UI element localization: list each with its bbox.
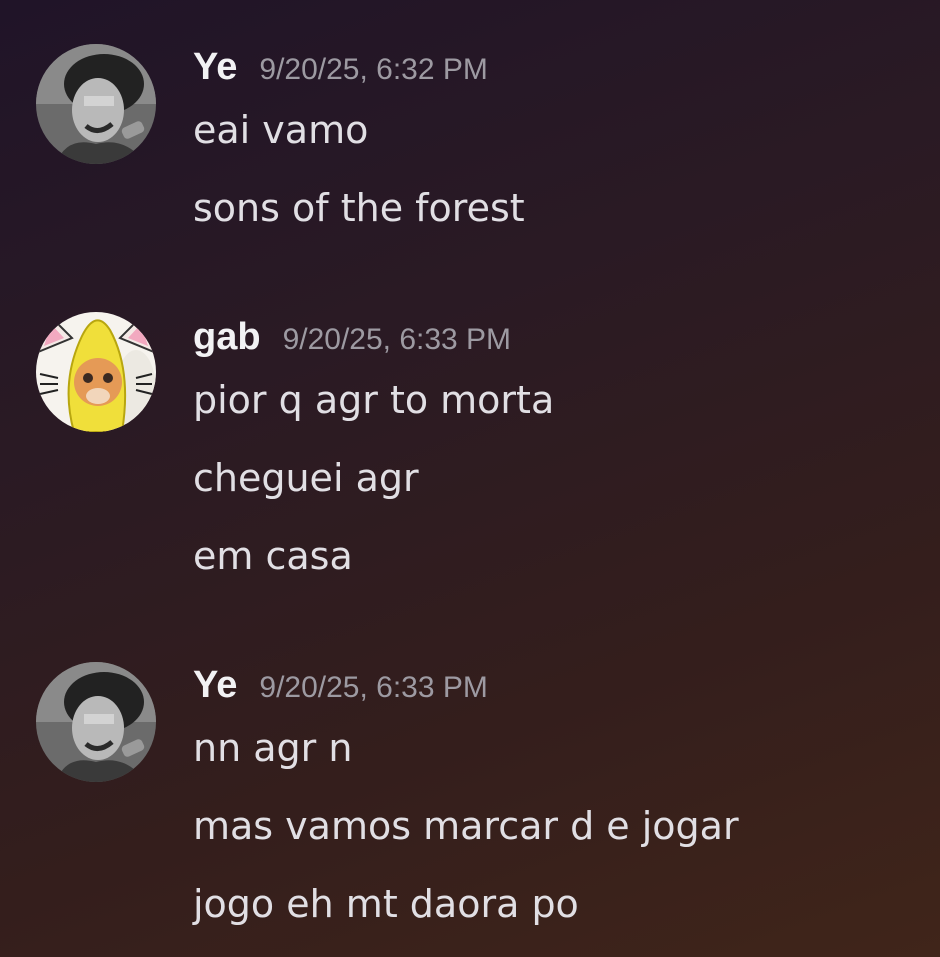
message-text: pior q agr to morta [193, 378, 555, 422]
ye-avatar-photo-icon [36, 44, 156, 164]
message-group: Ye 9/20/25, 6:32 PM eai vamo sons of the … [0, 42, 940, 242]
message-header: Ye 9/20/25, 6:32 PM [193, 46, 488, 96]
message-header: gab 9/20/25, 6:33 PM [193, 316, 511, 366]
message-header: Ye 9/20/25, 6:33 PM [193, 664, 488, 714]
message-text: jogo eh mt daora po [193, 882, 579, 926]
message-text: em casa [193, 534, 353, 578]
message-group: Ye 9/20/25, 6:33 PM nn agr n mas vamos ma… [0, 660, 940, 940]
username[interactable]: Ye [193, 664, 237, 706]
message-text: cheguei agr [193, 456, 419, 500]
user-avatar[interactable] [36, 662, 156, 782]
timestamp[interactable]: 9/20/25, 6:33 PM [259, 671, 488, 704]
username[interactable]: gab [193, 316, 261, 358]
timestamp[interactable]: 9/20/25, 6:33 PM [283, 323, 512, 356]
chat-message-list: Ye 9/20/25, 6:32 PM eai vamo sons of the … [0, 0, 940, 957]
message-text: mas vamos marcar d e jogar [193, 804, 739, 848]
message-text: eai vamo [193, 108, 369, 152]
message-group: gab 9/20/25, 6:33 PM pior q agr to morta … [0, 312, 940, 592]
timestamp[interactable]: 9/20/25, 6:32 PM [259, 53, 488, 86]
username[interactable]: Ye [193, 46, 237, 88]
ye-avatar-photo-icon [36, 662, 156, 782]
user-avatar[interactable] [36, 44, 156, 164]
user-avatar[interactable] [36, 312, 156, 432]
message-text: sons of the forest [193, 186, 525, 230]
banana-cat-avatar-icon [36, 312, 156, 432]
message-text: nn agr n [193, 726, 353, 770]
